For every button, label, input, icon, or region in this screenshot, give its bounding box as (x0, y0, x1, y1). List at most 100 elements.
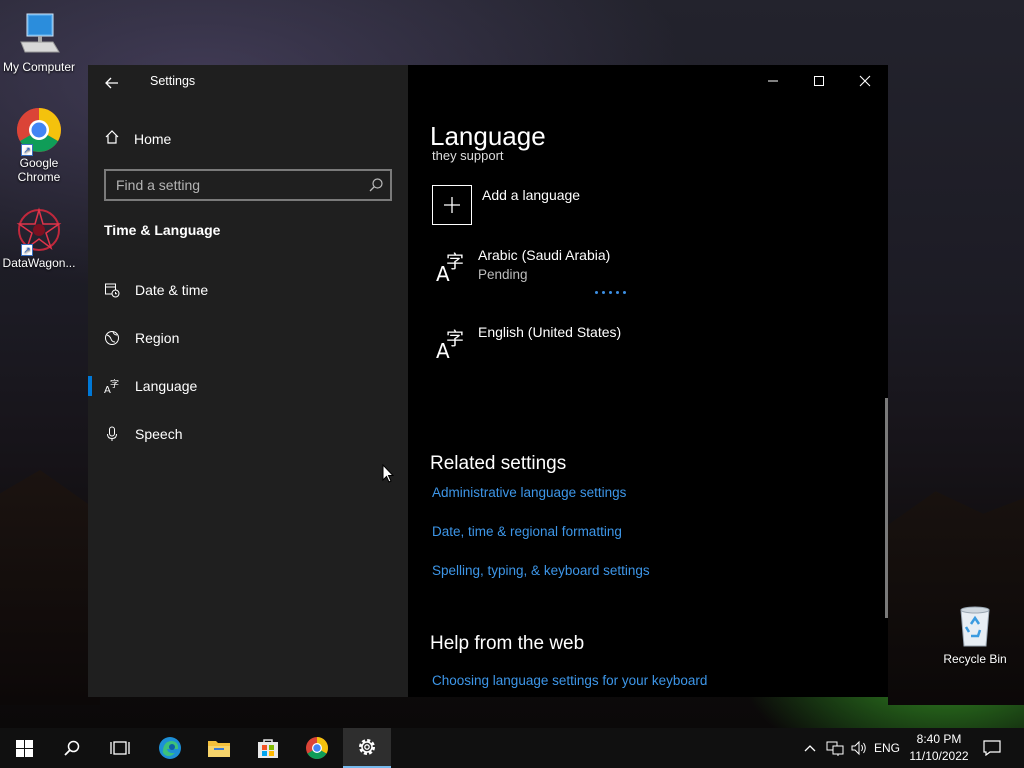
plus-icon (432, 185, 472, 225)
language-icon: A字 (432, 324, 468, 363)
start-button[interactable] (0, 728, 48, 768)
language-icon: A字 (432, 247, 468, 286)
input-language-indicator[interactable]: ENG (872, 728, 902, 768)
sidebar-item-speech[interactable]: Speech (88, 414, 408, 454)
related-settings-heading: Related settings (430, 453, 567, 474)
sidebar-item-label: Region (135, 330, 180, 346)
store-icon (258, 739, 278, 758)
scrollbar[interactable] (885, 398, 888, 618)
settings-content: Language they support Add a language A字 … (408, 65, 888, 697)
taskbar-chrome[interactable] (293, 728, 341, 768)
taskbar-file-explorer[interactable] (195, 728, 243, 768)
chrome-icon: ↗ (15, 106, 63, 156)
globe-icon (88, 330, 135, 346)
search-box[interactable] (104, 169, 392, 201)
language-icon: A字 (88, 378, 135, 394)
language-status: Pending (478, 267, 528, 282)
task-view-icon (110, 741, 130, 755)
nav-home-label: Home (134, 131, 172, 147)
action-center-button[interactable] (978, 728, 1006, 768)
volume-button[interactable] (848, 728, 870, 768)
taskbar-clock[interactable]: 8:40 PM 11/10/2022 (904, 731, 974, 765)
desktop-icon-google-chrome[interactable]: ↗ Google Chrome (1, 106, 77, 184)
show-hidden-icons-button[interactable] (800, 728, 820, 768)
sidebar-item-label: Language (135, 378, 198, 394)
windows-logo-icon (15, 739, 33, 757)
chevron-up-icon (804, 745, 816, 752)
page-title: Language (430, 121, 546, 151)
taskbar-edge[interactable] (146, 728, 194, 768)
minimize-button[interactable] (750, 65, 796, 97)
calendar-clock-icon (88, 282, 135, 298)
wallpaper-mountain (0, 470, 100, 705)
computer-icon (15, 10, 63, 58)
folder-icon (208, 741, 230, 757)
maximize-button[interactable] (796, 65, 842, 97)
svg-text:字: 字 (110, 378, 119, 390)
microphone-icon (88, 426, 135, 442)
desktop-icon-label: DataWagon... (2, 256, 76, 270)
gear-icon (359, 739, 375, 755)
desktop-icon-label: My Computer (2, 60, 76, 74)
nav-home[interactable]: Home (104, 127, 171, 151)
minimize-icon (768, 80, 778, 82)
clock-date: 11/10/2022 (909, 749, 969, 763)
link-spelling-typing-keyboard-settings[interactable]: Spelling, typing, & keyboard settings (432, 563, 650, 578)
sidebar-item-language[interactable]: A字 Language (88, 366, 408, 406)
language-item-english[interactable]: A字 English (United States) (432, 324, 622, 363)
task-view-button[interactable] (96, 728, 144, 768)
edge-icon (159, 737, 181, 759)
link-administrative-language-settings[interactable]: Administrative language settings (432, 485, 626, 500)
home-icon (104, 129, 134, 150)
section-heading: Time & Language (104, 222, 221, 238)
desktop-icon-datawagon[interactable]: ↗ DataWagon... (1, 206, 77, 270)
search-button[interactable] (48, 728, 96, 768)
desktop-icon-recycle-bin[interactable]: Recycle Bin (937, 602, 1013, 666)
progress-dots-indicator (595, 291, 626, 294)
taskbar: ENG 8:40 PM 11/10/2022 (0, 728, 1024, 768)
search-input[interactable] (106, 171, 346, 199)
link-choosing-language-settings[interactable]: Choosing language settings for your keyb… (432, 673, 707, 688)
chrome-icon (306, 737, 328, 759)
datawagon-logo-icon: ↗ (15, 206, 63, 256)
sidebar-item-label: Speech (135, 426, 183, 442)
notification-icon (983, 740, 1001, 756)
sidebar-item-label: Date & time (135, 282, 209, 298)
svg-text:字: 字 (446, 329, 464, 350)
add-language-label: Add a language (482, 187, 581, 203)
network-icon (826, 741, 844, 756)
maximize-icon (814, 76, 824, 86)
svg-text:字: 字 (446, 252, 464, 273)
back-button[interactable] (100, 71, 124, 93)
mouse-cursor-icon (382, 463, 395, 488)
clock-time: 8:40 PM (916, 732, 962, 746)
language-name: English (United States) (478, 324, 622, 340)
back-arrow-icon (105, 77, 118, 89)
title-bar: Settings (88, 65, 408, 99)
desktop-icon-my-computer[interactable]: My Computer (1, 10, 77, 74)
taskbar-settings[interactable] (343, 728, 391, 768)
app-title: Settings (150, 74, 196, 88)
speaker-icon (851, 740, 866, 756)
sidebar-item-region[interactable]: Region (88, 318, 408, 358)
language-item-arabic[interactable]: A字 Arabic (Saudi Arabia) Pending (432, 247, 611, 286)
clipped-description-text: they support (432, 151, 504, 163)
settings-window: Settings Home Time & Language Date & tim… (88, 65, 888, 697)
close-button[interactable] (842, 65, 888, 97)
settings-sidebar: Settings Home Time & Language Date & tim… (88, 65, 408, 697)
link-date-time-regional-formatting[interactable]: Date, time & regional formatting (432, 524, 622, 539)
shortcut-arrow-icon: ↗ (21, 244, 33, 256)
wallpaper-mountain (888, 491, 1024, 705)
sidebar-item-date-time[interactable]: Date & time (88, 270, 408, 310)
help-heading: Help from the web (430, 633, 585, 654)
close-icon (859, 75, 871, 87)
window-controls (750, 65, 888, 99)
taskbar-store[interactable] (244, 728, 292, 768)
recycle-bin-icon (951, 602, 999, 650)
add-language-button[interactable]: Add a language (432, 185, 580, 225)
language-name: Arabic (Saudi Arabia) (478, 247, 611, 263)
search-icon[interactable] (368, 177, 384, 193)
desktop-icon-label: Google Chrome (17, 156, 61, 184)
desktop-icon-label: Recycle Bin (943, 652, 1007, 666)
network-button[interactable] (824, 728, 846, 768)
